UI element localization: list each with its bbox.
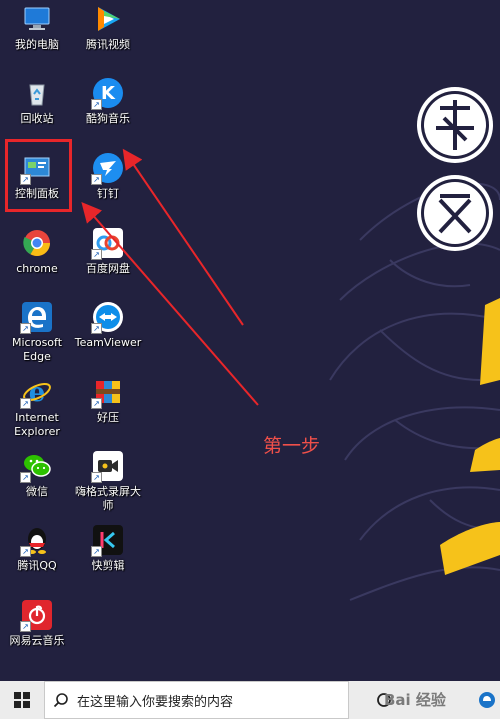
dingtalk-icon: ↗: [91, 153, 123, 185]
shortcut-arrow-icon: ↗: [91, 472, 102, 483]
desktop-icon-haozip[interactable]: ↗ 好压: [73, 377, 143, 425]
desktop-icon-dingtalk[interactable]: ↗ 钉钉: [73, 153, 143, 201]
teamviewer-icon: ↗: [91, 302, 123, 334]
desktop-icon-computer[interactable]: 我的电脑: [2, 4, 72, 52]
shortcut-arrow-icon: ↗: [91, 323, 102, 334]
shortcut-arrow-icon: ↗: [91, 546, 102, 557]
shortcut-arrow-icon: ↗: [91, 398, 102, 409]
taskbar-app-edge[interactable]: [474, 681, 500, 719]
shortcut-arrow-icon: ↗: [20, 546, 31, 557]
desktop-icon-label: 网易云音乐: [9, 634, 65, 647]
desktop-icon-netease-music[interactable]: ↗ 网易云音乐: [2, 600, 72, 648]
shortcut-arrow-icon: ↗: [91, 99, 102, 110]
desktop-icon-screen-recorder[interactable]: ↗ 嗨格式录屏大 师: [73, 451, 143, 513]
desktop-icon-label: chrome: [16, 262, 58, 275]
baidu-netdisk-icon: ↗: [91, 228, 123, 260]
desktop-icon-qq[interactable]: ↗ 腾讯QQ: [2, 525, 72, 573]
desktop-icon-chrome[interactable]: chrome: [2, 228, 72, 276]
desktop-icon-label: 我的电脑: [15, 38, 59, 51]
svg-text:e: e: [29, 378, 46, 407]
desktop-icon-teamviewer[interactable]: ↗ TeamViewer: [73, 302, 143, 350]
desktop-icon-label: 百度网盘: [86, 262, 130, 275]
desktop-icon-label: 酷狗音乐: [86, 112, 130, 125]
desktop-icon-tencent-video[interactable]: 腾讯视频: [73, 4, 143, 52]
desktop-icon-label: 回收站: [20, 112, 54, 125]
search-icon: [53, 693, 68, 708]
start-button[interactable]: [0, 681, 44, 719]
desktop-icon-label: 腾讯QQ: [17, 559, 57, 572]
desktop-icon-baidu-netdisk[interactable]: ↗ 百度网盘: [73, 228, 143, 276]
desktop-icon-kuaijianji[interactable]: ↗ 快剪辑: [73, 525, 143, 573]
desktop-icon-label: 钉钉: [97, 187, 119, 200]
desktop-icon-edge[interactable]: ↗ Microsoft Edge: [2, 302, 72, 364]
baidu-jingyan-watermark: Bai 经验: [384, 691, 446, 709]
desktop-icon-label: 嗨格式录屏大 师: [75, 485, 141, 512]
desktop-icon-label: 好压: [97, 411, 119, 424]
qq-icon: ↗: [20, 525, 52, 557]
screen-recorder-icon: ↗: [91, 451, 123, 483]
windows-logo-icon: [14, 692, 30, 708]
chrome-icon: [22, 228, 52, 258]
edge-icon: ↗: [20, 302, 52, 334]
desktop-icon-kugou[interactable]: K ↗ 酷狗音乐: [73, 78, 143, 126]
shortcut-arrow-icon: ↗: [20, 472, 31, 483]
desktop-icon-label: 快剪辑: [91, 559, 125, 572]
highlight-box: [5, 139, 72, 212]
wechat-icon: ↗: [20, 451, 52, 483]
netease-music-icon: ↗: [20, 600, 52, 632]
desktop-icon-label: TeamViewer: [74, 336, 142, 349]
kuaijianji-icon: ↗: [91, 525, 123, 557]
kugou-icon: K ↗: [91, 78, 123, 110]
desktop-icon-ie[interactable]: e ↗ Internet Explorer: [2, 377, 72, 439]
desktop-icon-label: Microsoft Edge: [11, 336, 63, 363]
haozip-icon: ↗: [91, 377, 123, 409]
tencent-video-icon: [93, 4, 123, 34]
recycle-bin-icon: [22, 78, 52, 108]
taskbar-search-box[interactable]: 在这里输入你要搜索的内容: [44, 681, 349, 719]
computer-icon: [22, 4, 52, 34]
desktop-icon-wechat[interactable]: ↗ 微信: [2, 451, 72, 499]
step-annotation: 第一步: [263, 435, 321, 457]
edge-taskbar-icon: [479, 692, 495, 708]
desktop: 我的电脑 回收站 ↗ 控制面板 chrome ↗ Microsoft Edge …: [0, 0, 500, 681]
shortcut-arrow-icon: ↗: [20, 398, 31, 409]
desktop-icon-label: 腾讯视频: [86, 38, 130, 51]
shortcut-arrow-icon: ↗: [20, 323, 31, 334]
desktop-icon-label: Internet Explorer: [14, 411, 60, 438]
shortcut-arrow-icon: ↗: [91, 174, 102, 185]
desktop-icon-recycle-bin[interactable]: 回收站: [2, 78, 72, 126]
desktop-icon-label: 微信: [26, 485, 48, 498]
shortcut-arrow-icon: ↗: [20, 621, 31, 632]
search-placeholder: 在这里输入你要搜索的内容: [77, 694, 234, 710]
internet-explorer-icon: e ↗: [20, 377, 52, 409]
shortcut-arrow-icon: ↗: [91, 249, 102, 260]
